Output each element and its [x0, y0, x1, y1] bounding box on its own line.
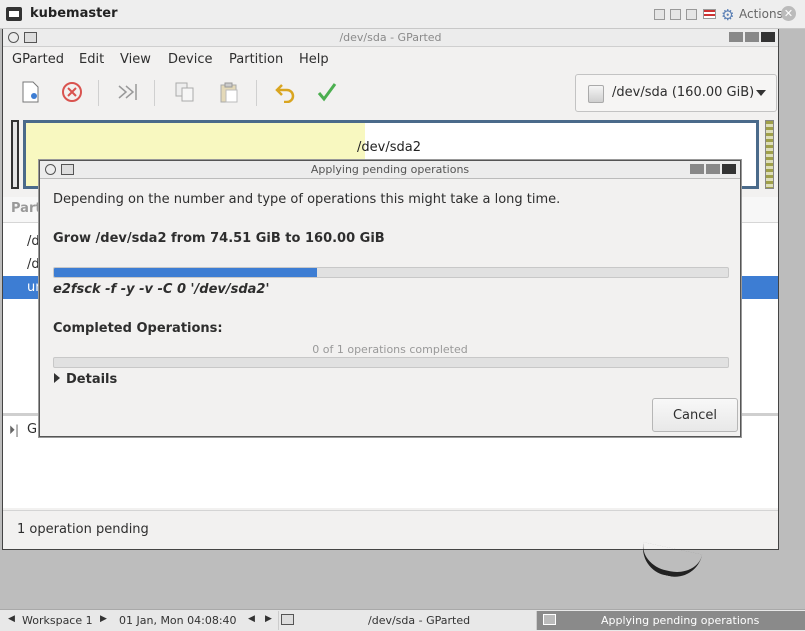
operation-progress-bar	[53, 267, 729, 278]
taskbar-item-label: Applying pending operations	[601, 614, 760, 627]
completed-progress-bar	[53, 357, 729, 368]
toolbar-separator	[154, 80, 155, 106]
partition-label: /dev/sda2	[357, 140, 421, 155]
actions-menu[interactable]: Actions	[739, 7, 783, 21]
gparted-app-icon	[543, 614, 556, 625]
delete-partition-button[interactable]	[57, 77, 87, 107]
workspace-switcher[interactable]: Workspace 1	[22, 614, 93, 627]
clock: 01 Jan, Mon 04:08:40	[119, 614, 237, 627]
terminal-icon	[6, 7, 22, 21]
taskbar-item-apply-dialog[interactable]: Applying pending operations	[536, 611, 805, 630]
menu-edit[interactable]: Edit	[79, 52, 104, 67]
delete-icon	[62, 82, 82, 102]
toolbar-separator	[256, 80, 257, 106]
current-command: e2fsck -f -y -v -C 0 '/dev/sda2'	[53, 282, 270, 297]
copy-button[interactable]	[170, 77, 200, 107]
dialog-titlebar: Applying pending operations	[40, 161, 740, 179]
gear-icon[interactable]: ⚙	[721, 6, 734, 24]
prev-workspace-arrow-icon[interactable]: ◀	[8, 614, 15, 624]
toolbar-separator	[98, 80, 99, 106]
details-label: Details	[66, 372, 118, 387]
paste-button[interactable]	[214, 77, 244, 107]
maximize-icon[interactable]	[686, 9, 697, 20]
gparted-titlebar: /dev/sda - GParted	[3, 29, 778, 47]
dialog-description: Depending on the number and type of oper…	[53, 192, 561, 207]
copy-icon	[175, 82, 194, 102]
next-workspace-arrow-icon[interactable]: ▶	[100, 614, 107, 624]
dropdown-arrow-icon	[756, 90, 766, 96]
resize-icon: ⏵|	[9, 423, 20, 437]
gparted-window-title: /dev/sda - GParted	[339, 31, 442, 44]
restore-icon[interactable]	[670, 9, 681, 20]
maximize-button[interactable]	[706, 164, 720, 174]
taskbar-item-label: /dev/sda - GParted	[368, 614, 471, 627]
maximize-button[interactable]	[745, 32, 759, 42]
new-document-icon	[22, 81, 39, 103]
outer-window-title: kubemaster	[30, 6, 118, 21]
toolbar: /dev/sda (160.00 GiB)	[3, 72, 778, 116]
new-partition-button[interactable]	[15, 77, 45, 107]
close-icon[interactable]: ✕	[781, 6, 796, 21]
minimize-button[interactable]	[729, 32, 743, 42]
cancel-button[interactable]: Cancel	[652, 398, 738, 432]
undo-button[interactable]	[271, 77, 301, 107]
close-button[interactable]	[761, 32, 775, 42]
row-partition-cell: /d	[27, 234, 40, 249]
apply-button[interactable]	[312, 77, 342, 107]
completed-operations-count: 0 of 1 operations completed	[312, 343, 468, 356]
status-bar: 1 operation pending	[3, 510, 778, 548]
current-operation: Grow /dev/sda2 from 74.51 GiB to 160.00 …	[53, 231, 385, 246]
menu-gparted[interactable]: GParted	[12, 52, 64, 67]
menubar: GParted Edit View Device Partition Help	[3, 48, 778, 72]
undo-icon	[275, 84, 295, 103]
close-button[interactable]	[722, 164, 736, 174]
operation-progress-fill	[54, 268, 317, 277]
gparted-app-icon	[281, 614, 294, 625]
menu-help[interactable]: Help	[299, 52, 329, 67]
status-text: 1 operation pending	[17, 522, 149, 537]
menu-view[interactable]: View	[120, 52, 151, 67]
next-task-arrow-icon[interactable]: ▶	[265, 614, 272, 624]
minimize-icon[interactable]	[654, 9, 665, 20]
completed-operations-label: Completed Operations:	[53, 321, 223, 336]
resize-icon	[118, 84, 137, 100]
checkmark-icon	[317, 83, 337, 102]
minimize-button[interactable]	[690, 164, 704, 174]
pending-operation-item[interactable]: G	[27, 422, 37, 437]
menu-partition[interactable]: Partition	[229, 52, 283, 67]
apply-operations-dialog: Applying pending operations Depending on…	[39, 160, 741, 437]
disk-icon	[588, 85, 604, 103]
column-partition-header: Part	[11, 201, 42, 216]
row-partition-cell: /d	[27, 257, 40, 272]
paste-icon	[220, 82, 238, 103]
unallocated-block[interactable]	[765, 120, 774, 189]
menu-device[interactable]: Device	[168, 52, 212, 67]
outer-titlebar: kubemaster ⚙ Actions ✕	[0, 0, 805, 29]
device-selector-label: /dev/sda (160.00 GiB)	[612, 85, 755, 100]
resize-move-button[interactable]	[113, 77, 143, 107]
keyboard-layout-flag-icon[interactable]	[703, 9, 716, 19]
taskbar: ◀ Workspace 1 ▶ 01 Jan, Mon 04:08:40 ◀ ▶…	[0, 609, 805, 631]
taskbar-item-gparted[interactable]: /dev/sda - GParted	[278, 611, 534, 630]
dialog-title: Applying pending operations	[310, 163, 470, 176]
partition-sda1-block[interactable]	[11, 120, 19, 189]
prev-task-arrow-icon[interactable]: ◀	[248, 614, 255, 624]
device-selector[interactable]: /dev/sda (160.00 GiB)	[575, 74, 777, 112]
expander-arrow-icon	[54, 373, 60, 383]
details-expander[interactable]: Details	[54, 372, 117, 387]
